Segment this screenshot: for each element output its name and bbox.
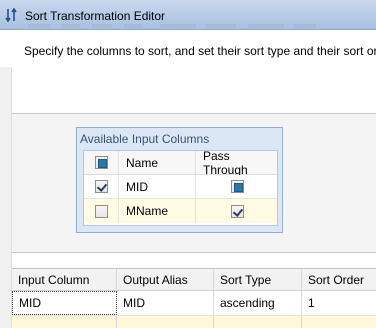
- header-pass-through: Pass Through: [203, 148, 248, 177]
- input-column-cell[interactable]: MID: [12, 291, 117, 315]
- background-menu-ghost: [206, 24, 236, 28]
- window-title: Sort Transformation Editor: [25, 9, 166, 23]
- table-row[interactable]: MID: [84, 175, 277, 199]
- background-menu-ghost: [124, 24, 142, 28]
- pass-through-cell[interactable]: [197, 175, 277, 198]
- left-panel-strip: [0, 67, 12, 328]
- row-select-checkbox[interactable]: [94, 204, 108, 218]
- sort-arrows-icon: [5, 8, 17, 22]
- header-name: Name: [120, 151, 196, 174]
- table-row[interactable]: MID MID ascending 1: [12, 291, 376, 316]
- sort-columns-grid: Input Column Output Alias Sort Type Sort…: [12, 268, 376, 328]
- background-menu-ghost: [248, 24, 284, 28]
- row-select-cell[interactable]: [84, 199, 119, 223]
- select-all-cell[interactable]: [84, 151, 119, 174]
- pass-through-checkbox[interactable]: [230, 180, 244, 193]
- title-bar[interactable]: Sort Transformation Editor: [0, 0, 376, 30]
- new-row-cell[interactable]: [12, 316, 117, 328]
- pass-through-cell[interactable]: [197, 199, 277, 223]
- header-sort-type: Sort Type: [214, 269, 302, 290]
- background-menu-ghost: [294, 24, 316, 28]
- sort-order-cell[interactable]: 1: [302, 291, 376, 315]
- new-row[interactable]: [12, 316, 376, 328]
- description-text: Specify the columns to sort, and set the…: [24, 44, 376, 58]
- row-select-cell[interactable]: [84, 175, 119, 198]
- background-menu-ghost: [62, 24, 80, 28]
- header-input-column: Input Column: [12, 269, 117, 290]
- header-sort-order: Sort Order: [308, 272, 365, 287]
- column-name: MID: [120, 175, 196, 198]
- new-row-cell[interactable]: [117, 316, 214, 328]
- new-row-cell[interactable]: [302, 316, 376, 328]
- input-columns-table: Name Pass Through MID MName: [83, 148, 278, 226]
- grid-header-row: Input Column Output Alias Sort Type Sort…: [12, 269, 376, 291]
- output-alias-cell[interactable]: MID: [117, 291, 214, 315]
- background-menu-ghost: [160, 24, 196, 28]
- select-all-checkbox[interactable]: [94, 156, 108, 169]
- new-row-cell[interactable]: [214, 316, 302, 328]
- available-input-columns-panel: Available Input Columns Name Pass Throug…: [76, 127, 283, 233]
- table-row[interactable]: MName: [84, 199, 277, 223]
- row-select-checkbox[interactable]: [94, 180, 108, 193]
- background-menu-ghost: [28, 24, 50, 28]
- header-output-alias: Output Alias: [117, 269, 214, 290]
- table-header-row: Name Pass Through: [84, 148, 277, 177]
- panel-title: Available Input Columns: [80, 132, 210, 146]
- sort-type-cell[interactable]: ascending: [214, 291, 302, 315]
- column-name: MName: [120, 199, 196, 223]
- pass-through-checkbox[interactable]: [230, 204, 244, 218]
- background-menu-ghost: [92, 24, 112, 28]
